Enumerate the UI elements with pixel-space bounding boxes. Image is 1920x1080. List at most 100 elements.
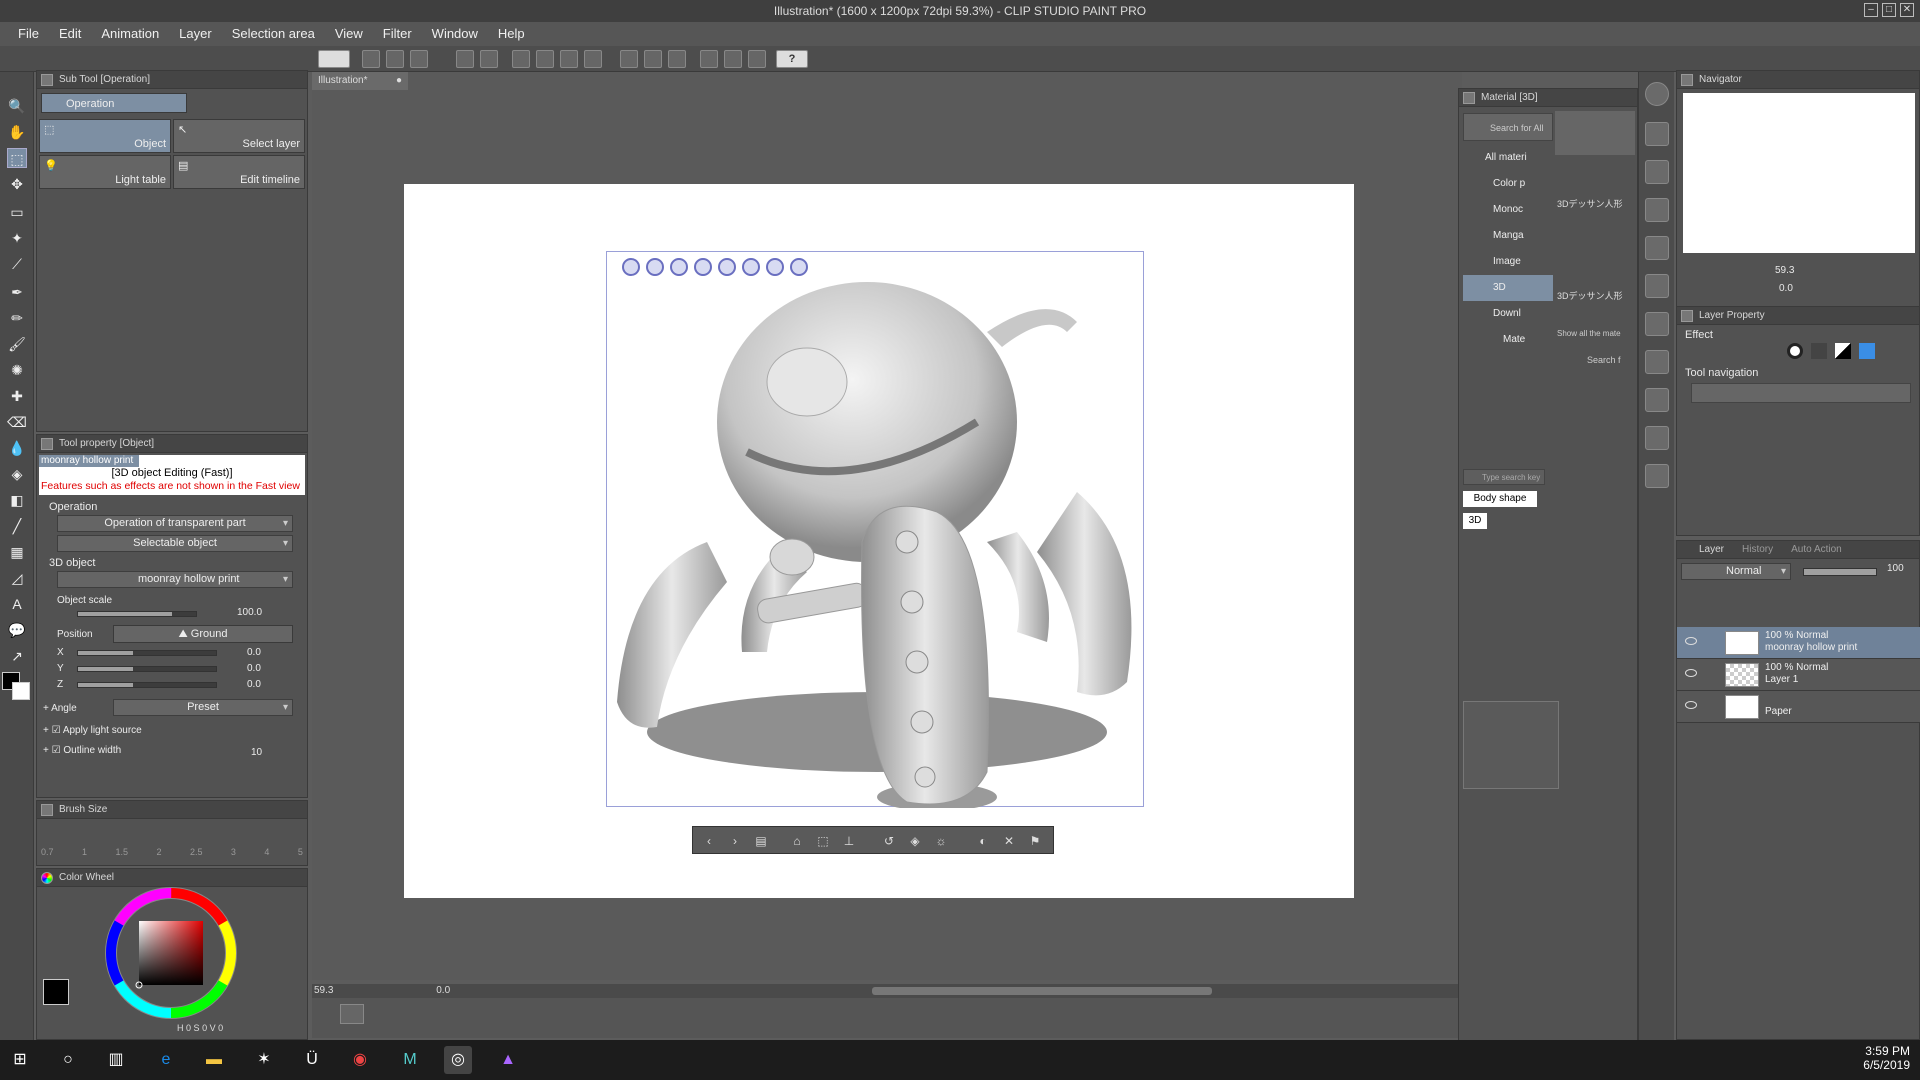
tree-item[interactable]: Mate: [1463, 327, 1553, 353]
color-wheel[interactable]: [103, 885, 239, 1021]
list-icon[interactable]: ▤: [753, 833, 769, 849]
invert-selection-icon[interactable]: [644, 50, 662, 68]
horizontal-scrollbar[interactable]: [872, 987, 1212, 995]
text-tool-icon[interactable]: A: [7, 594, 27, 614]
affinity-icon[interactable]: ▲: [494, 1046, 522, 1074]
eyedropper-tool-icon[interactable]: ⟋: [7, 254, 27, 274]
tree-item[interactable]: Downl: [1463, 301, 1553, 327]
stack-icon[interactable]: [1645, 274, 1669, 298]
pose-icon[interactable]: [1645, 312, 1669, 336]
clear-icon[interactable]: [536, 50, 554, 68]
snap-grid-icon[interactable]: [724, 50, 742, 68]
file-explorer-icon[interactable]: ▬: [200, 1046, 228, 1074]
maximize-button[interactable]: □: [1882, 3, 1896, 17]
tag-3d[interactable]: 3D: [1463, 513, 1487, 529]
outline-width-checkbox[interactable]: + ☑ Outline width: [43, 745, 121, 756]
subtool-select-layer[interactable]: ↖ Select layer: [173, 119, 305, 153]
gradient-tool-icon[interactable]: ◧: [7, 490, 27, 510]
x-slider[interactable]: [77, 650, 217, 656]
camera-rotate-icon[interactable]: [622, 258, 640, 276]
angle-label[interactable]: + Angle: [43, 703, 77, 714]
object-scale-slider[interactable]: [77, 611, 197, 617]
close-tab-icon[interactable]: ●: [396, 72, 402, 90]
visibility-eye-icon[interactable]: [1685, 701, 1697, 709]
copy-icon[interactable]: [1645, 388, 1669, 412]
opacity-slider[interactable]: [1803, 568, 1877, 576]
clip-studio-taskbar-icon[interactable]: ◎: [444, 1046, 472, 1074]
tab-layer[interactable]: Layer: [1699, 541, 1724, 558]
box-icon[interactable]: [1645, 426, 1669, 450]
show-all-materials[interactable]: Show all the mate: [1557, 329, 1621, 338]
opacity-value[interactable]: 100: [1887, 563, 1904, 574]
decoration-tool-icon[interactable]: ✚: [7, 386, 27, 406]
visibility-eye-icon[interactable]: [1685, 637, 1697, 645]
hide-icon[interactable]: ✕: [1001, 833, 1017, 849]
menu-selection-area[interactable]: Selection area: [222, 22, 325, 46]
timeline-toggle-icon[interactable]: [340, 1004, 364, 1024]
brush-size-preset[interactable]: 1.5: [115, 847, 128, 857]
unreal-icon[interactable]: Ü: [298, 1046, 326, 1074]
new-file-icon[interactable]: [362, 50, 380, 68]
frame-tool-icon[interactable]: ▦: [7, 542, 27, 562]
layer-row[interactable]: 100 % Normal moonray hollow print: [1677, 627, 1920, 659]
selection-tool-icon[interactable]: ▭: [7, 202, 27, 222]
snap-perspective-icon[interactable]: [748, 50, 766, 68]
fill-tool-icon[interactable]: ◈: [7, 464, 27, 484]
previous-icon[interactable]: ‹: [701, 833, 717, 849]
tree-item[interactable]: Color p: [1463, 171, 1553, 197]
correct-line-tool-icon[interactable]: ↗: [7, 646, 27, 666]
position-ground-button[interactable]: ⛰ Ground: [113, 625, 293, 643]
open-file-icon[interactable]: [386, 50, 404, 68]
app-icon[interactable]: ✶: [250, 1046, 278, 1074]
tone-effect-icon[interactable]: [1811, 343, 1827, 359]
help-button[interactable]: ?: [776, 50, 808, 68]
tool-navigation-button[interactable]: [1691, 383, 1911, 403]
3d-robot-model[interactable]: [607, 252, 1145, 808]
move-layer-tool-icon[interactable]: ✥: [7, 174, 27, 194]
image-icon[interactable]: [1645, 350, 1669, 374]
auto-select-tool-icon[interactable]: ✦: [7, 228, 27, 248]
crop-icon[interactable]: [620, 50, 638, 68]
clip-studio-icon[interactable]: [318, 50, 350, 68]
layer-row[interactable]: Paper: [1677, 691, 1920, 723]
tree-item-selected[interactable]: 3D: [1463, 275, 1553, 301]
3d-object-bounding-box[interactable]: [606, 251, 1145, 808]
visibility-eye-icon[interactable]: [1685, 669, 1697, 677]
tone-icon[interactable]: [1645, 198, 1669, 222]
next-icon[interactable]: ›: [727, 833, 743, 849]
brush-size-preset[interactable]: 1: [82, 847, 87, 857]
material-icon[interactable]: ◐: [975, 833, 991, 849]
brush-size-preset[interactable]: 0.7: [41, 847, 54, 857]
angle-preset-select[interactable]: Preset: [113, 699, 293, 716]
ruler-tool-icon[interactable]: ◿: [7, 568, 27, 588]
camera-pan-icon[interactable]: [646, 258, 664, 276]
border-effect-icon[interactable]: [1787, 343, 1803, 359]
brush-size-preset[interactable]: 2: [156, 847, 161, 857]
canvas-angle[interactable]: 0.0: [436, 985, 450, 996]
brush-size-preset[interactable]: 4: [264, 847, 269, 857]
grid-icon[interactable]: [1645, 236, 1669, 260]
save-icon[interactable]: [410, 50, 428, 68]
object-scale-icon[interactable]: [790, 258, 808, 276]
search-icon[interactable]: ○: [54, 1046, 82, 1074]
object-rotate-icon[interactable]: [718, 258, 736, 276]
document-tab[interactable]: Illustration* ●: [312, 72, 408, 90]
blend-mode-select[interactable]: Normal: [1681, 563, 1791, 580]
selection-border-icon[interactable]: [668, 50, 686, 68]
cube-icon[interactable]: ◈: [907, 833, 923, 849]
airbrush-tool-icon[interactable]: ✺: [7, 360, 27, 380]
close-icon[interactable]: [1645, 122, 1669, 146]
z-slider[interactable]: [77, 682, 217, 688]
fit-icon[interactable]: ⬚: [815, 833, 831, 849]
navigator-angle[interactable]: 0.0: [1779, 283, 1793, 294]
reset-icon[interactable]: ↺: [881, 833, 897, 849]
pen-tool-icon[interactable]: ✒: [7, 282, 27, 302]
main-color-chip[interactable]: [43, 979, 69, 1005]
fill-icon[interactable]: [560, 50, 578, 68]
material-thumb-1[interactable]: [1555, 111, 1635, 155]
3d-object-select[interactable]: moonray hollow print: [57, 571, 293, 588]
zoom-tool-icon[interactable]: 🔍: [7, 96, 27, 116]
brush-size-preset[interactable]: 2.5: [190, 847, 203, 857]
balloon-tool-icon[interactable]: 💬: [7, 620, 27, 640]
windows-start-icon[interactable]: ⊞: [6, 1046, 34, 1074]
